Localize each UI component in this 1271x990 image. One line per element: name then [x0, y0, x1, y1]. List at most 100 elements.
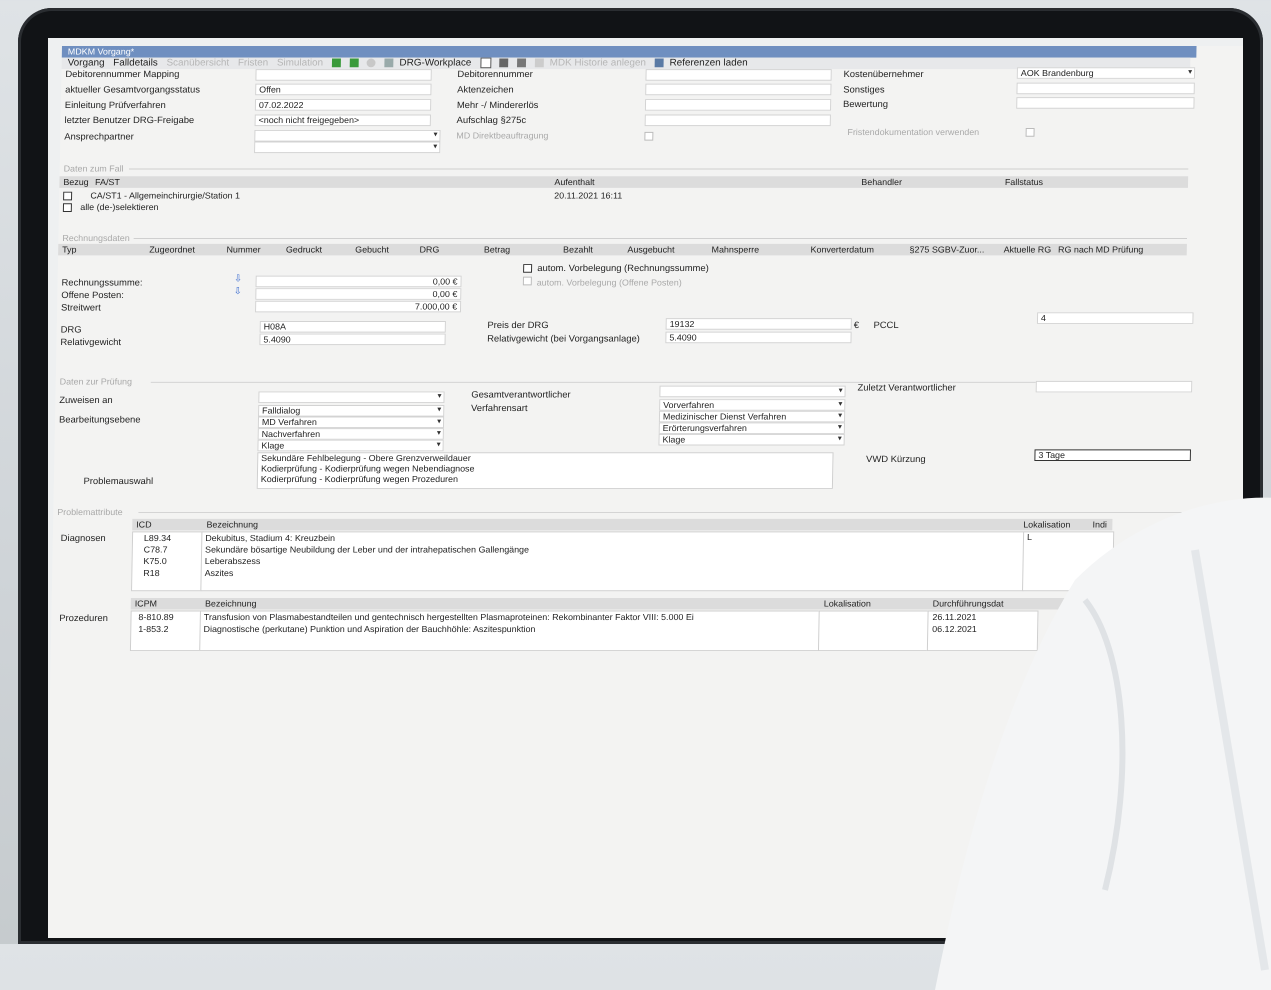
- debitorennummer-field[interactable]: [645, 69, 832, 81]
- bearbeitung-select-3[interactable]: Nachverfahren: [257, 428, 444, 440]
- ansprechpartner-select[interactable]: [254, 129, 441, 142]
- streitwert-field[interactable]: 7.000,00 €: [255, 300, 462, 313]
- col-fallstatus[interactable]: Fallstatus: [1005, 176, 1043, 188]
- fristen-checkbox[interactable]: [1025, 128, 1035, 137]
- rg-field[interactable]: 5.4090: [259, 333, 446, 346]
- col-bezeichnung[interactable]: Bezeichnung: [206, 519, 258, 531]
- rechnung-col[interactable]: §275 SGBV-Zuor...: [909, 244, 985, 256]
- zuweisen-select[interactable]: [258, 391, 445, 404]
- vwd-field[interactable]: 3 Tage: [1034, 449, 1191, 461]
- bearbeitung-select-2[interactable]: MD Verfahren: [257, 416, 445, 429]
- col-aufenthalt[interactable]: Aufenthalt: [554, 176, 594, 188]
- rechnung-col[interactable]: DRG: [419, 244, 439, 256]
- fall-row[interactable]: CA/ST1 - Allgemeinchirurgie/Station 1: [63, 191, 240, 202]
- settings-icon[interactable]: [366, 58, 376, 68]
- kostentraeger-select[interactable]: AOK Brandenburg: [1016, 67, 1196, 79]
- zuletzt-field[interactable]: [1035, 380, 1193, 393]
- diagnose-row[interactable]: K75.0 Leberabszess: [131, 556, 1022, 568]
- bearbeitung-select-4[interactable]: Klage: [257, 439, 444, 452]
- rg-vorgang-field[interactable]: 5.4090: [665, 331, 852, 344]
- rechnung-col[interactable]: Betrag: [484, 244, 510, 256]
- kostentraeger-label: Kostenübernehmer: [843, 69, 924, 80]
- summe-field[interactable]: 0,00 €: [255, 275, 462, 288]
- rechnung-col[interactable]: Bezahlt: [563, 244, 593, 256]
- menu-scanuebersicht[interactable]: Scanübersicht: [166, 58, 229, 69]
- print-icon[interactable]: [499, 58, 509, 68]
- pccl-field[interactable]: 4: [1036, 312, 1194, 324]
- col-icd[interactable]: ICD: [136, 519, 152, 531]
- mdk-historie-button[interactable]: MDK Historie anlegen: [550, 58, 646, 69]
- rechnung-col[interactable]: Nummer: [226, 244, 260, 256]
- problem-list[interactable]: Sekundäre Fehlbelegung - Obere Grenzverw…: [256, 452, 834, 489]
- rechnung-col[interactable]: Gebucht: [355, 244, 389, 256]
- gesamtstatus-field[interactable]: Offen: [255, 83, 432, 96]
- fall-row-checkbox[interactable]: [63, 191, 73, 201]
- verfahren-select-4[interactable]: Klage: [658, 433, 845, 446]
- rechnung-col[interactable]: Typ: [62, 244, 77, 256]
- problem-item[interactable]: Kodierprüfung - Kodierprüfung wegen Nebe…: [258, 464, 832, 475]
- menu-simulation[interactable]: Simulation: [277, 58, 323, 69]
- fristen-label: Fristendokumentation verwenden: [847, 127, 980, 137]
- md-direkt-checkbox[interactable]: [644, 131, 654, 141]
- drg-field[interactable]: H08A: [259, 321, 446, 333]
- prozedur-row[interactable]: 1-853.2 Diagnostische (perkutane) Punktio…: [130, 624, 1041, 636]
- rechnung-col[interactable]: Ausgebucht: [627, 244, 674, 256]
- col-fa-st[interactable]: FA/ST: [95, 176, 120, 188]
- sonstiges-field[interactable]: [1016, 82, 1195, 95]
- diagnose-row[interactable]: L89.34 Dekubitus, Stadium 4: Kreuzbein: [132, 533, 1023, 545]
- menu-falldetails[interactable]: Falldetails: [113, 58, 158, 69]
- summe-arrow-icon[interactable]: ⇩: [234, 274, 243, 285]
- col-bezug[interactable]: Bezug: [63, 176, 88, 188]
- menu-fristen[interactable]: Fristen: [238, 58, 268, 69]
- rechnung-col[interactable]: RG nach MD Prüfung: [1058, 244, 1143, 256]
- diagnose-row[interactable]: R18 Aszites: [131, 568, 1022, 580]
- disk-icon[interactable]: [517, 58, 527, 68]
- prozedur-text: Transfusion von Plasmabestandteilen und …: [203, 612, 694, 623]
- vorbelegung1-row[interactable]: autom. Vorbelegung (Rechnungssumme): [523, 263, 709, 274]
- bewertung-field[interactable]: [1016, 97, 1195, 109]
- rechnung-col[interactable]: Konverterdatum: [810, 244, 875, 256]
- rechnung-col[interactable]: Mahnsperre: [711, 244, 760, 256]
- problem-item[interactable]: Sekundäre Fehlbelegung - Obere Grenzverw…: [258, 453, 832, 464]
- verfahren-select-1[interactable]: Vorverfahren: [659, 399, 846, 411]
- problem-item[interactable]: Kodierprüfung - Kodierprüfung wegen Proz…: [258, 474, 832, 485]
- col-lokalisation-proz[interactable]: Lokalisation: [824, 598, 871, 610]
- document-icon[interactable]: [479, 57, 492, 69]
- benutzer-field[interactable]: <noch nicht freigegeben>: [254, 114, 431, 127]
- save-icon[interactable]: [331, 58, 341, 68]
- bearbeitung-select-1[interactable]: Falldialog: [258, 404, 445, 417]
- einleitung-field[interactable]: 07.02.2022: [254, 99, 432, 111]
- offen-arrow-icon[interactable]: ⇩: [234, 286, 243, 297]
- menu-vorgang[interactable]: Vorgang: [68, 58, 105, 69]
- rechnung-divider: [133, 238, 1188, 239]
- aktenzeichen-field[interactable]: [645, 83, 832, 96]
- vorbelegung2-checkbox[interactable]: [522, 276, 532, 286]
- rechnung-col[interactable]: Aktuelle RG: [1004, 244, 1052, 256]
- rechnung-col[interactable]: Zugeordnet: [149, 244, 195, 256]
- diagnose-row[interactable]: C78.7 Sekundäre bösartige Neubildung der …: [132, 545, 1023, 557]
- verfahren-select-3[interactable]: Erörterungsverfahren: [658, 422, 845, 434]
- vorbelegung2-row[interactable]: autom. Vorbelegung (Offene Posten): [522, 276, 682, 287]
- gesamt-label: Gesamtverantwortlicher: [471, 389, 571, 401]
- select-all-checkbox[interactable]: [62, 203, 72, 213]
- referenzen-button[interactable]: Referenzen laden: [669, 58, 747, 69]
- mehr-minder-field[interactable]: [644, 99, 832, 111]
- col-icpm[interactable]: ICPM: [135, 598, 157, 610]
- vorbelegung1-checkbox[interactable]: [523, 264, 533, 273]
- prozedur-row[interactable]: 8-810.89 Transfusion von Plasmabestandtei…: [130, 612, 1041, 624]
- gesamtstatus-label: aktueller Gesamtvorgangsstatus: [65, 84, 201, 96]
- col-behandler[interactable]: Behandler: [861, 176, 902, 188]
- gesamt-select[interactable]: [659, 385, 846, 398]
- drg-workplace-button[interactable]: DRG-Workplace: [399, 58, 471, 69]
- debitorennummer-label: Debitorennummer: [457, 69, 533, 80]
- ansprechpartner-select-2[interactable]: [254, 141, 441, 154]
- offen-field[interactable]: 0,00 €: [255, 288, 462, 300]
- save-close-icon[interactable]: [349, 58, 359, 68]
- verfahren-select-2[interactable]: Medizinischer Dienst Verfahren: [658, 410, 846, 423]
- rechnung-col[interactable]: Gedruckt: [286, 244, 322, 256]
- debitorennummer-mapping-field[interactable]: [255, 69, 432, 81]
- select-all-row[interactable]: alle (de-)selektieren: [62, 202, 159, 213]
- aufschlag-field[interactable]: [644, 114, 831, 127]
- preis-field[interactable]: 19132: [665, 318, 852, 330]
- col-bezeichnung-proz[interactable]: Bezeichnung: [205, 598, 257, 610]
